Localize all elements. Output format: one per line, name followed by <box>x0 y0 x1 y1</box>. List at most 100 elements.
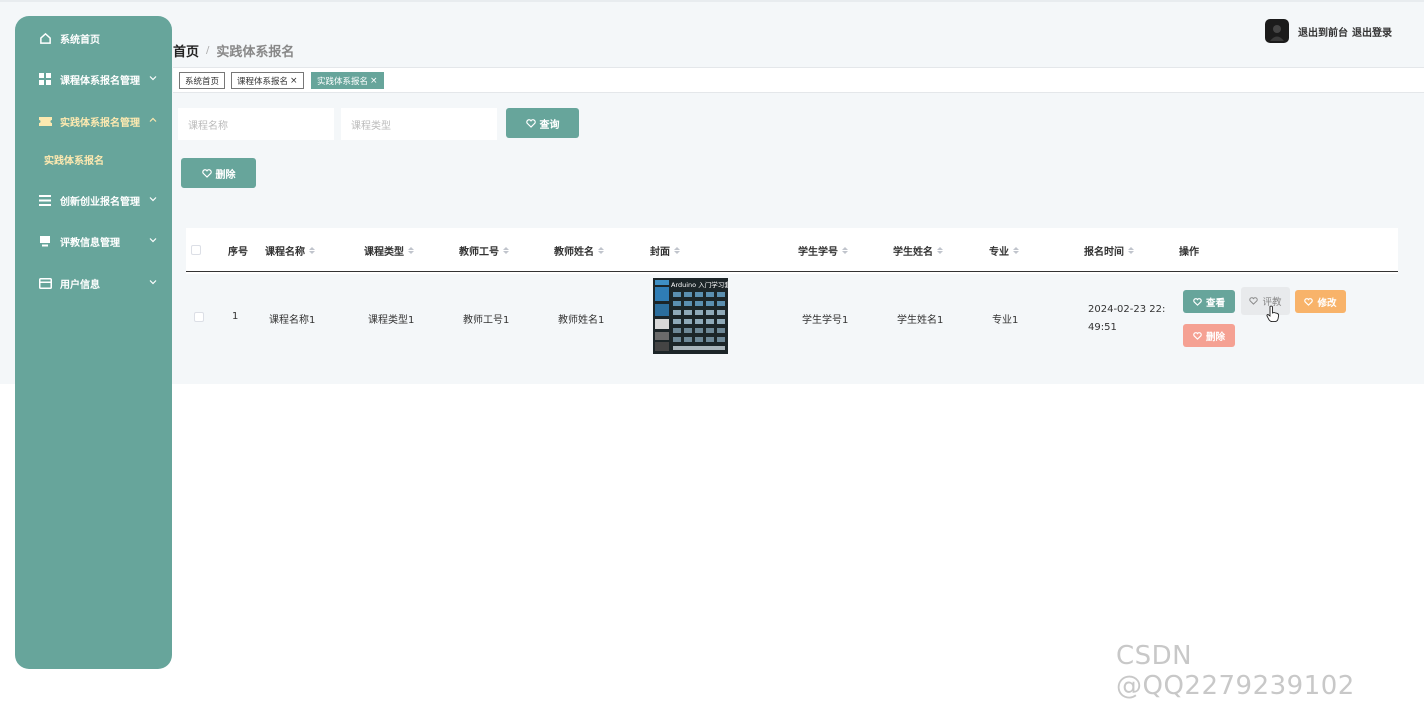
col-header-actions: 操作 <box>1179 247 1199 258</box>
cell-course-name: 课程名称1 <box>269 315 316 326</box>
close-icon[interactable]: × <box>290 76 298 86</box>
sort-icon[interactable] <box>937 247 943 254</box>
heart-icon <box>1193 297 1202 306</box>
placeholder-text: 课程名称 <box>188 120 228 132</box>
breadcrumb-root[interactable]: 首页 <box>173 41 199 60</box>
chevron-down-icon <box>149 76 157 81</box>
top-border <box>0 0 1424 2</box>
heart-icon <box>1193 331 1202 340</box>
chevron-down-icon <box>149 280 157 285</box>
signup-time-line2: 49:51 <box>1088 322 1117 333</box>
grid-icon <box>38 72 52 86</box>
placeholder-text: 课程类型 <box>351 120 391 132</box>
tag-label: 课程体系报名 <box>237 76 289 87</box>
col-header-signup-time[interactable]: 报名时间 <box>1084 243 1134 258</box>
table-row: 1 课程名称1 课程类型1 教师工号1 教师姓名1 Arduino 入门学习套 … <box>186 274 1398 362</box>
chevron-down-icon <box>149 197 157 202</box>
edit-button-label: 修改 <box>1317 297 1337 309</box>
sidebar-item-label: 课程体系报名管理 <box>60 75 140 87</box>
sort-icon[interactable] <box>674 247 680 254</box>
sidebar-item-innovation-signup-mgmt[interactable]: 创新创业报名管理 <box>15 185 172 215</box>
sort-icon[interactable] <box>1013 247 1019 254</box>
cover-image[interactable]: Arduino 入门学习套装 <box>653 278 728 354</box>
signup-time-line1: 2024-02-23 22: <box>1088 304 1166 315</box>
sidebar-item-evaluation-mgmt[interactable]: 评教信息管理 <box>15 226 172 256</box>
cell-signup-time: 2024-02-23 22: 49:51 <box>1088 301 1165 337</box>
chevron-up-icon <box>149 117 157 122</box>
cell-course-type: 课程类型1 <box>368 315 415 326</box>
heart-icon <box>1249 297 1259 305</box>
col-header-index: 序号 <box>228 247 248 258</box>
tag-home[interactable]: 系统首页 <box>179 72 226 89</box>
cell-teacher-id: 教师工号1 <box>463 315 510 326</box>
watermark: CSDN @QQ2279239102 <box>1116 641 1355 701</box>
cell-index: 1 <box>232 311 239 322</box>
edit-button[interactable]: 修改 <box>1295 290 1346 313</box>
sidebar-item-user-info[interactable]: 用户信息 <box>15 268 172 298</box>
sidebar-item-label: 实践体系报名管理 <box>60 117 140 129</box>
heart-icon <box>201 168 212 178</box>
row-checkbox[interactable] <box>194 312 204 322</box>
card-icon <box>38 276 52 290</box>
close-icon[interactable]: × <box>370 76 378 86</box>
breadcrumb-separator: / <box>206 44 210 56</box>
course-name-search-input[interactable]: 课程名称 <box>178 108 334 140</box>
col-header-course-name[interactable]: 课程名称 <box>265 243 315 258</box>
tag-label: 实践体系报名 <box>317 76 369 87</box>
cover-caption: Arduino 入门学习套装 <box>671 281 728 289</box>
data-table: 序号 课程名称 课程类型 教师工号 教师姓名 封面 学生学号 学生姓名 专业 报… <box>186 228 1398 362</box>
table-header: 序号 课程名称 课程类型 教师工号 教师姓名 封面 学生学号 学生姓名 专业 报… <box>186 228 1398 272</box>
col-header-course-type[interactable]: 课程类型 <box>364 243 414 258</box>
col-header-major[interactable]: 专业 <box>989 243 1019 258</box>
avatar[interactable] <box>1265 19 1289 43</box>
cover-thumbnail <box>653 278 728 354</box>
chevron-down-icon <box>149 238 157 243</box>
sidebar-item-label: 系统首页 <box>60 34 100 46</box>
query-button[interactable]: 查询 <box>506 108 579 138</box>
delete-button-label: 删除 <box>215 169 236 181</box>
sort-icon[interactable] <box>309 247 315 254</box>
view-button-label: 查看 <box>1205 297 1225 309</box>
home-icon <box>38 31 52 45</box>
breadcrumb: 首页 / 实践体系报名 <box>173 40 294 60</box>
col-header-student-id[interactable]: 学生学号 <box>798 243 848 258</box>
col-header-teacher-name[interactable]: 教师姓名 <box>554 243 604 258</box>
sort-icon[interactable] <box>842 247 848 254</box>
back-to-front-link[interactable]: 退出到前台 <box>1298 24 1348 39</box>
col-header-cover[interactable]: 封面 <box>650 243 680 258</box>
sidebar-item-practice-signup-mgmt[interactable]: 实践体系报名管理 <box>15 106 172 136</box>
row-delete-button[interactable]: 删除 <box>1183 324 1235 347</box>
sidebar-subitem-practice-signup[interactable]: 实践体系报名 <box>44 148 164 170</box>
cell-student-name: 学生姓名1 <box>897 315 944 326</box>
cell-student-id: 学生学号1 <box>802 315 849 326</box>
cell-major: 专业1 <box>992 315 1019 326</box>
ticket-icon <box>38 114 52 128</box>
sort-icon[interactable] <box>1128 247 1134 254</box>
breadcrumb-current: 实践体系报名 <box>216 44 295 60</box>
sort-icon[interactable] <box>598 247 604 254</box>
heart-icon <box>525 118 536 128</box>
batch-delete-button[interactable]: 删除 <box>181 158 256 188</box>
select-all-checkbox[interactable] <box>191 245 201 255</box>
tags-bar: 系统首页 课程体系报名 × 实践体系报名 × <box>173 67 1424 93</box>
monitor-icon <box>38 234 52 248</box>
sort-icon[interactable] <box>503 247 509 254</box>
tag-course-signup[interactable]: 课程体系报名 × <box>231 72 304 89</box>
course-type-search-input[interactable]: 课程类型 <box>341 108 497 140</box>
tag-label: 系统首页 <box>185 76 220 87</box>
col-header-teacher-id[interactable]: 教师工号 <box>459 243 509 258</box>
sidebar-item-label: 用户信息 <box>60 279 100 291</box>
sidebar-item-course-signup-mgmt[interactable]: 课程体系报名管理 <box>15 64 172 94</box>
logout-link[interactable]: 退出登录 <box>1352 24 1392 39</box>
list-icon <box>38 193 52 207</box>
col-header-student-name[interactable]: 学生姓名 <box>893 243 943 258</box>
tag-practice-signup[interactable]: 实践体系报名 × <box>311 72 384 89</box>
view-button[interactable]: 查看 <box>1183 290 1235 313</box>
sort-icon[interactable] <box>408 247 414 254</box>
sidebar-item-label: 评教信息管理 <box>60 237 120 249</box>
sidebar-item-label: 创新创业报名管理 <box>60 196 140 208</box>
query-button-label: 查询 <box>539 119 560 131</box>
sidebar-subitem-label: 实践体系报名 <box>44 155 104 167</box>
hand-cursor-icon <box>1266 305 1280 323</box>
sidebar-item-home[interactable]: 系统首页 <box>15 23 172 53</box>
